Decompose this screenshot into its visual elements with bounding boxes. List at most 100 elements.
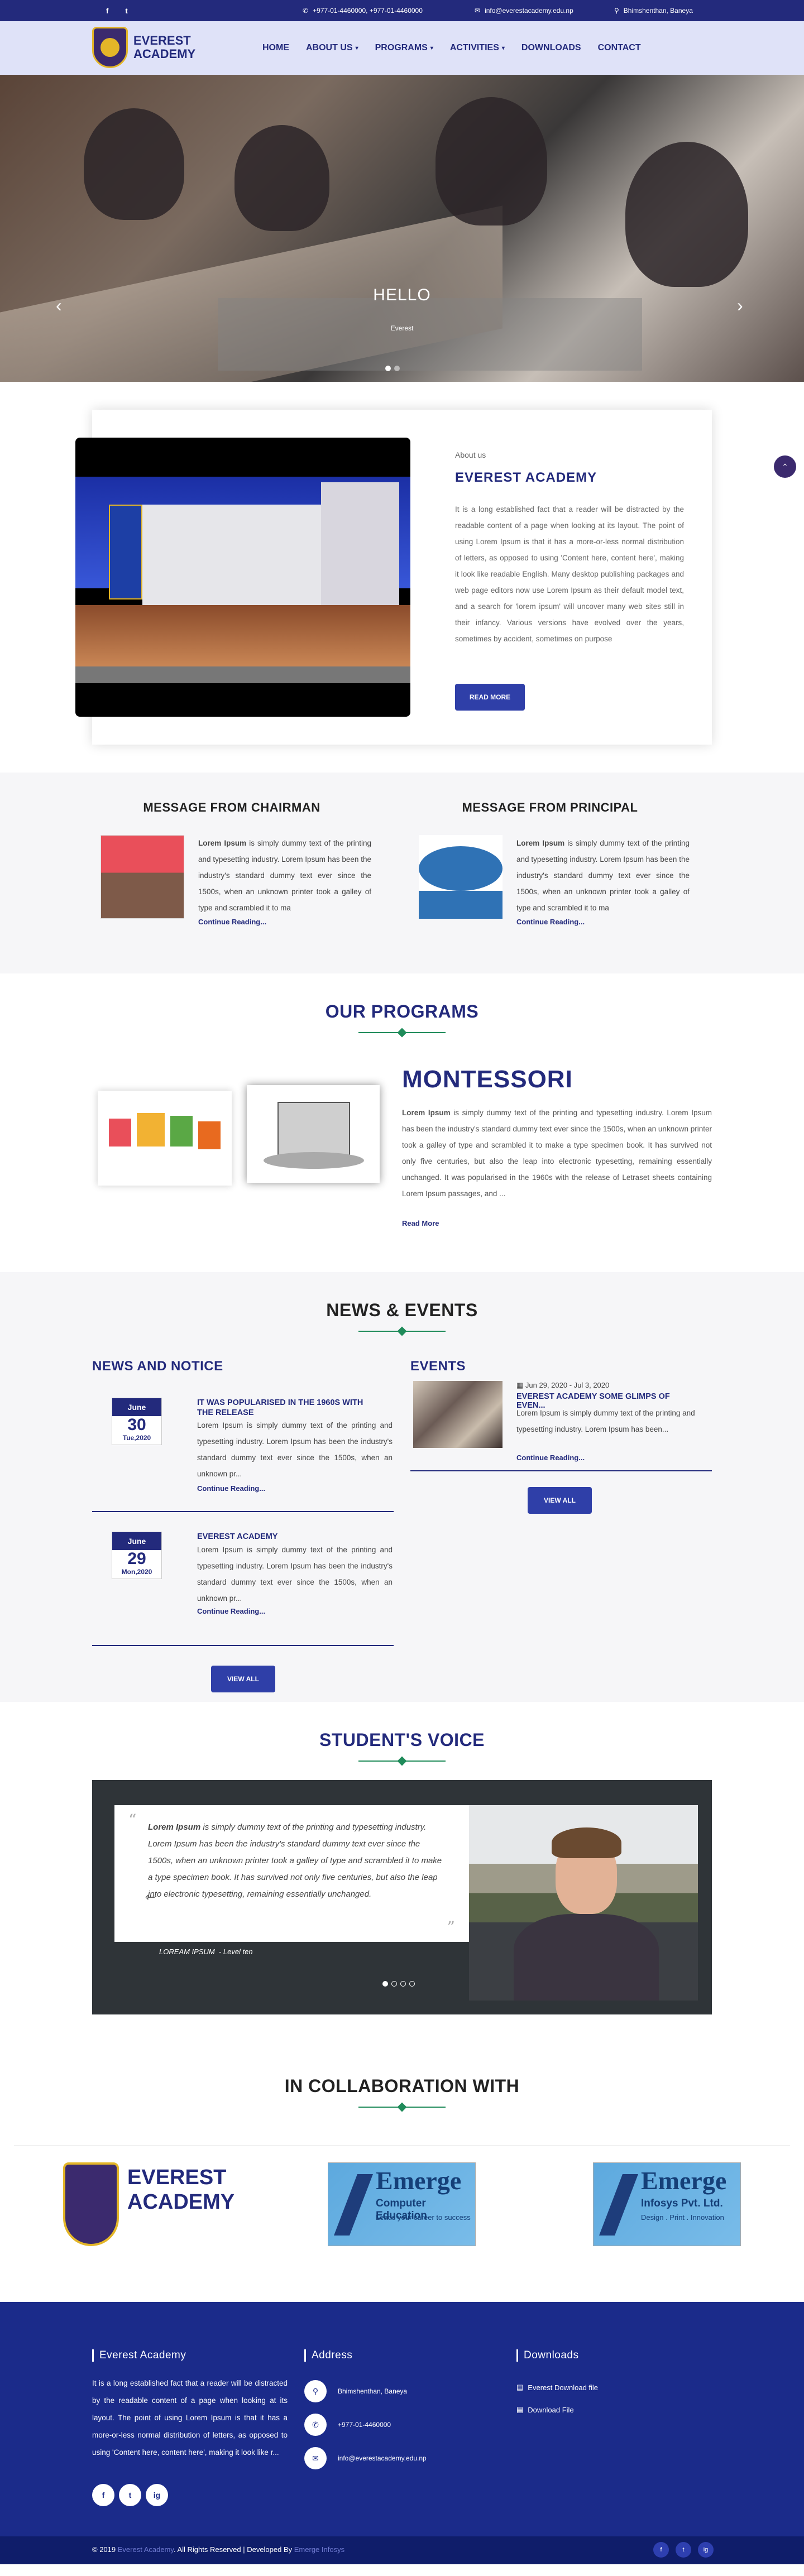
footer-about-heading: Everest Academy bbox=[92, 2349, 186, 2362]
nav-programs[interactable]: PROGRAMS ▾ bbox=[375, 43, 433, 53]
envelope-icon: ✉ bbox=[475, 7, 481, 15]
heading-divider bbox=[358, 1756, 446, 1766]
footer-social: f t ig bbox=[92, 2484, 168, 2506]
testimonial-panel: “ Lorem Ipsum is simply dummy text of th… bbox=[92, 1780, 712, 2014]
program-read-more-link[interactable]: Read More bbox=[402, 1219, 439, 1227]
date-month: June bbox=[112, 1532, 161, 1550]
about-title: EVEREST ACADEMY bbox=[455, 470, 597, 485]
chairman-continue-link[interactable]: Continue Reading... bbox=[198, 918, 266, 926]
nav-home[interactable]: HOME bbox=[262, 43, 289, 53]
read-more-button[interactable]: READ MORE bbox=[455, 684, 525, 711]
nav-about-label: ABOUT US bbox=[306, 43, 353, 52]
news-title[interactable]: EVEREST ACADEMY bbox=[197, 1532, 381, 1542]
twitter-icon[interactable]: t bbox=[676, 2542, 691, 2558]
hero-dot[interactable] bbox=[394, 366, 400, 371]
event-body: Lorem Ipsum is simply dummy text of the … bbox=[516, 1409, 695, 1433]
logo-text: EVEREST ACADEMY bbox=[133, 34, 195, 61]
partner-line1: EVEREST bbox=[127, 2166, 227, 2189]
program-text: Lorem Ipsum is simply dummy text of the … bbox=[402, 1105, 712, 1202]
news-events-section: NEWS & EVENTS NEWS AND NOTICE EVENTS Jun… bbox=[0, 1272, 804, 1702]
instagram-icon[interactable]: ig bbox=[146, 2484, 168, 2506]
principal-continue-link[interactable]: Continue Reading... bbox=[516, 918, 585, 926]
voice-dot-active[interactable] bbox=[382, 1981, 388, 1987]
footer-address: ⚲ Bhimshenthan, Baneya bbox=[304, 2380, 407, 2402]
site-logo[interactable]: EVEREST ACADEMY bbox=[92, 27, 195, 68]
news-body: Lorem Ipsum is simply dummy text of the … bbox=[197, 1421, 393, 1478]
top-bar: f t ✆ +977-01-4460000, +977-01-4460000 ✉… bbox=[0, 0, 804, 21]
montessori-image-toys bbox=[98, 1091, 232, 1186]
twitter-icon[interactable]: t bbox=[125, 7, 127, 15]
date-weekday: Tue,2020 bbox=[122, 1434, 151, 1442]
news-view-all-button[interactable]: VIEW ALL bbox=[211, 1666, 275, 1692]
main-nav: HOME ABOUT US ▾ PROGRAMS ▾ ACTIVITIES ▾ DOW… bbox=[262, 43, 641, 53]
voice-dot[interactable] bbox=[391, 1981, 397, 1987]
footer-phone-text: +977-01-4460000 bbox=[338, 2421, 391, 2429]
event-date: ▦ Jun 29, 2020 - Jul 3, 2020 bbox=[516, 1381, 609, 1390]
scroll-top-icon[interactable]: ⌃ bbox=[774, 455, 796, 478]
quote-text: Lorem Ipsum is simply dummy text of the … bbox=[148, 1819, 444, 1903]
event-continue-link[interactable]: Continue Reading... bbox=[516, 1454, 585, 1462]
quote-open-icon: “ bbox=[128, 1811, 137, 1829]
date-day: 30 bbox=[127, 1416, 146, 1434]
voice-heading: STUDENT'S VOICE bbox=[319, 1730, 485, 1750]
footer-about-text: It is a long established fact that a rea… bbox=[92, 2379, 288, 2457]
facebook-icon[interactable]: f bbox=[653, 2542, 669, 2558]
footer-download-link[interactable]: ▤ Download File bbox=[516, 2405, 574, 2414]
date-badge: June 29 Mon,2020 bbox=[112, 1532, 162, 1579]
top-email-text[interactable]: info@everestacademy.edu.np bbox=[485, 7, 573, 15]
heading-divider bbox=[358, 1028, 446, 1038]
nav-contact-label: CONTACT bbox=[597, 43, 641, 52]
montessori-image-school bbox=[247, 1085, 380, 1183]
arrow-left-icon[interactable]: ⇽ bbox=[145, 1890, 155, 1905]
quote-body: is simply dummy text of the printing and… bbox=[148, 1822, 442, 1899]
events-view-all-button[interactable]: VIEW ALL bbox=[528, 1487, 592, 1514]
top-phone-text: +977-01-4460000, +977-01-4460000 bbox=[313, 7, 423, 15]
voice-dot[interactable] bbox=[409, 1981, 415, 1987]
footer-email-text[interactable]: info@everestacademy.edu.np bbox=[338, 2454, 427, 2462]
voice-dots bbox=[382, 1981, 415, 1987]
instagram-icon[interactable]: ig bbox=[698, 2542, 714, 2558]
partner-everest-academy[interactable]: EVEREST ACADEMY bbox=[63, 2162, 234, 2246]
news-title[interactable]: IT WAS POPULARISED IN THE 1960S WITH THE… bbox=[197, 1398, 381, 1418]
hero-dot-active[interactable] bbox=[385, 366, 391, 371]
hero-title: HELLO bbox=[373, 286, 431, 304]
footer-download-label: Download File bbox=[528, 2405, 574, 2414]
twitter-icon[interactable]: t bbox=[119, 2484, 141, 2506]
facebook-icon[interactable]: f bbox=[92, 2484, 114, 2506]
nav-downloads-label: DOWNLOADS bbox=[521, 43, 581, 52]
site-header: EVEREST ACADEMY HOME ABOUT US ▾ PROGRAMS ▾… bbox=[0, 21, 804, 75]
envelope-icon: ✉ bbox=[304, 2447, 327, 2469]
partner-line2: ACADEMY bbox=[127, 2190, 235, 2214]
site-footer: Everest Academy It is a long established… bbox=[0, 2302, 804, 2536]
partner-emerge-infosys[interactable]: Emerge Infosys Pvt. Ltd. Design . Print … bbox=[593, 2162, 741, 2246]
nav-contact[interactable]: CONTACT bbox=[598, 43, 641, 53]
chevron-down-icon: ▾ bbox=[501, 45, 505, 51]
news-continue-link[interactable]: Continue Reading... bbox=[197, 1607, 265, 1615]
news-continue-link[interactable]: Continue Reading... bbox=[197, 1484, 265, 1493]
logo-line1: EVEREST bbox=[133, 33, 191, 47]
copyright: © 2019 Everest Academy. All Rights Reser… bbox=[92, 2545, 344, 2554]
footer-email[interactable]: ✉ info@everestacademy.edu.np bbox=[304, 2447, 427, 2469]
principal-text: Lorem Ipsum is simply dummy text of the … bbox=[516, 835, 690, 916]
voice-dot[interactable] bbox=[400, 1981, 406, 1987]
copyright-mid: . All Rights Reserved | Developed By bbox=[173, 2545, 294, 2554]
principal-image bbox=[419, 835, 502, 919]
top-email[interactable]: ✉ info@everestacademy.edu.np bbox=[475, 7, 573, 15]
footer-address-text: Bhimshenthan, Baneya bbox=[338, 2387, 408, 2395]
partner-emerge-computer[interactable]: Emerge Computer Education Leads your car… bbox=[328, 2162, 476, 2246]
footer-download-link[interactable]: ▤ Everest Download file bbox=[516, 2383, 598, 2392]
nav-activities[interactable]: ACTIVITIES ▾ bbox=[450, 43, 505, 53]
emerge-logo-icon bbox=[599, 2174, 638, 2236]
copyright-prefix: © 2019 bbox=[92, 2545, 118, 2554]
nav-about[interactable]: ABOUT US ▾ bbox=[306, 43, 358, 53]
nav-downloads[interactable]: DOWNLOADS bbox=[521, 43, 581, 53]
developer-link[interactable]: Emerge Infosys bbox=[294, 2545, 344, 2554]
partner-big: Emerge bbox=[641, 2166, 727, 2195]
file-icon: ▤ bbox=[516, 2383, 524, 2391]
facebook-icon[interactable]: f bbox=[106, 7, 108, 15]
student-name-text: LOREAM IPSUM bbox=[159, 1947, 215, 1956]
copyright-site-link[interactable]: Everest Academy bbox=[118, 2545, 174, 2554]
hero-subtitle: Everest bbox=[390, 324, 414, 332]
event-date-text: Jun 29, 2020 - Jul 3, 2020 bbox=[525, 1381, 610, 1389]
principal-title: MESSAGE FROM PRINCIPAL bbox=[462, 800, 638, 814]
